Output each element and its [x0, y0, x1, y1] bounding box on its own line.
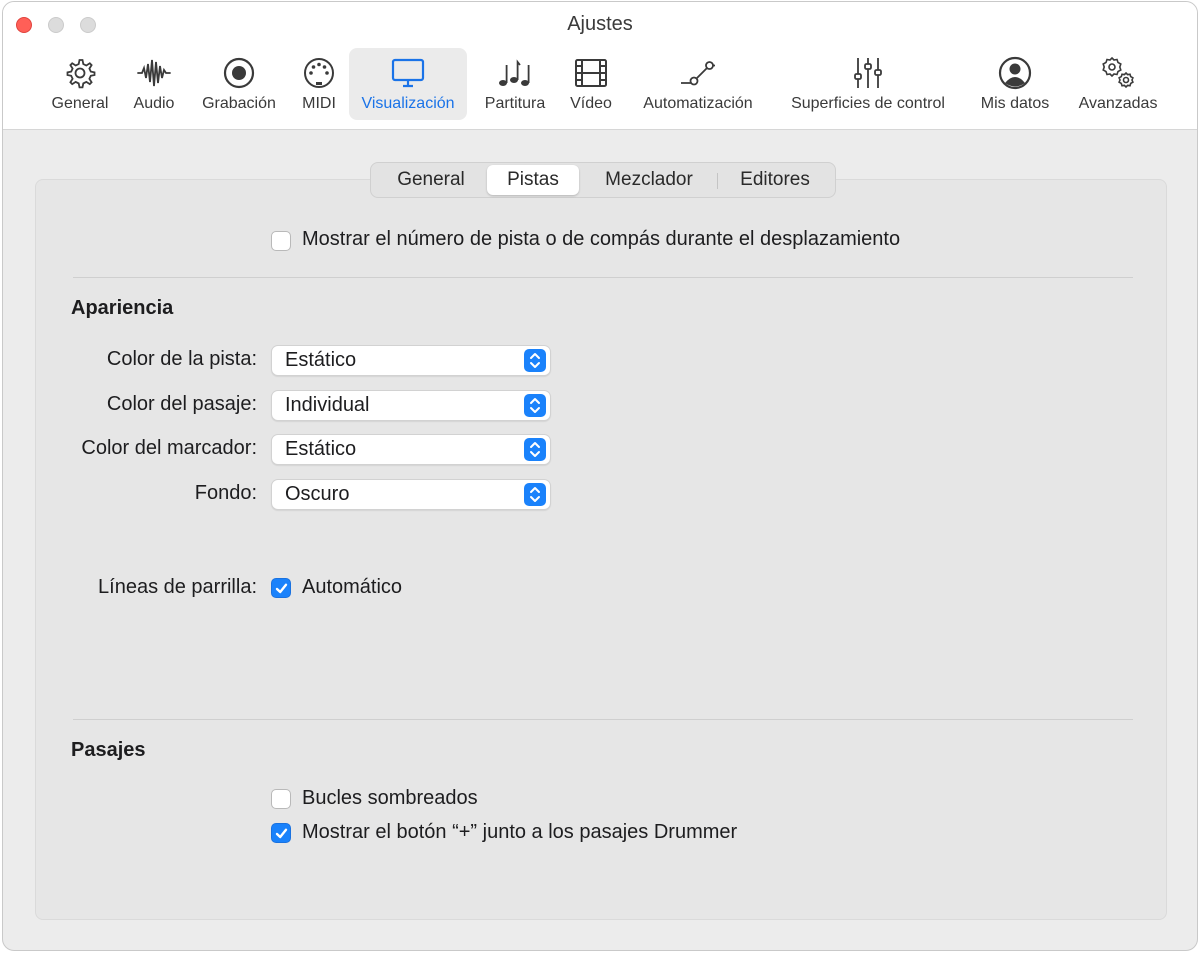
person-circle-icon [998, 56, 1032, 90]
divider [73, 277, 1133, 278]
toolbar-label: Mis datos [980, 95, 1050, 112]
background-label: Fondo: [194, 482, 257, 504]
grid-lines-auto-label: Automático [302, 576, 403, 598]
settings-window: Ajustes General Audio Grabación MIDI Vis… [2, 1, 1198, 951]
toolbar-visualizacion[interactable]: Visualización [349, 48, 467, 120]
toolbar-label: Visualización [361, 95, 455, 112]
checkmark-icon [275, 583, 288, 594]
grid-lines-label: Líneas de parrilla: [98, 576, 257, 598]
tab-general[interactable]: General [375, 165, 487, 195]
toolbar-label: Avanzadas [1078, 95, 1158, 112]
drummer-plus-checkbox[interactable] [271, 823, 291, 843]
toolbar-label: Partitura [484, 95, 546, 112]
regions-heading: Pasajes [71, 739, 146, 761]
gear-icon [66, 59, 96, 89]
toolbar-label: Audio [133, 95, 175, 112]
track-color-value: Estático [285, 349, 357, 371]
display-icon [391, 58, 425, 88]
faders-icon [854, 58, 882, 88]
music-notes-icon [499, 59, 530, 86]
region-color-value: Individual [285, 394, 370, 416]
appearance-heading: Apariencia [71, 297, 174, 319]
tab-mezclador[interactable]: Mezclador [583, 165, 715, 195]
toolbar-automatizacion[interactable]: Automatización [633, 48, 763, 120]
background-select[interactable]: Oscuro [271, 479, 551, 510]
toolbar-label: Automatización [643, 95, 753, 112]
toolbar-superficies[interactable]: Superficies de control [775, 48, 961, 120]
track-color-label: Color de la pista: [106, 348, 257, 370]
drummer-plus-label: Mostrar el botón “+” junto a los pasajes… [302, 821, 738, 843]
toolbar-mis-datos[interactable]: Mis datos [969, 48, 1061, 120]
toolbar-audio[interactable]: Audio [123, 48, 185, 120]
region-color-label: Color del pasaje: [106, 393, 257, 415]
record-icon [223, 57, 255, 89]
chevron-up-down-icon [524, 349, 546, 372]
toolbar-avanzadas[interactable]: Avanzadas [1069, 48, 1167, 120]
toolbar-video[interactable]: Vídeo [561, 48, 621, 120]
toolbar-midi[interactable]: MIDI [291, 48, 347, 120]
gears-icon [1102, 56, 1134, 89]
toolbar-label: General [51, 95, 109, 112]
toolbar-label: Grabación [202, 95, 276, 112]
marker-color-select[interactable]: Estático [271, 434, 551, 465]
divider [73, 719, 1133, 720]
background-value: Oscuro [285, 483, 350, 505]
region-color-select[interactable]: Individual [271, 390, 551, 421]
checkmark-icon [275, 828, 288, 839]
show-track-number-label: Mostrar el número de pista o de compás d… [302, 228, 901, 250]
toolbar-general[interactable]: General [41, 48, 119, 120]
tab-separator [717, 173, 718, 189]
shaded-loops-label: Bucles sombreados [302, 787, 478, 809]
chevron-up-down-icon [524, 438, 546, 461]
grid-lines-auto-checkbox[interactable] [271, 578, 291, 598]
chevron-up-down-icon [524, 483, 546, 506]
tab-bar: General Pistas Mezclador Editores [370, 162, 836, 198]
film-icon [575, 59, 607, 87]
toolbar-partitura[interactable]: Partitura [475, 48, 555, 120]
toolbar-label: Vídeo [570, 95, 612, 112]
titlebar: Ajustes General Audio Grabación MIDI Vis… [3, 2, 1197, 130]
show-track-number-checkbox[interactable] [271, 231, 291, 251]
marker-color-label: Color del marcador: [81, 437, 257, 459]
toolbar-grabacion[interactable]: Grabación [191, 48, 287, 120]
tab-editores[interactable]: Editores [721, 165, 829, 195]
midi-port-icon [304, 58, 334, 88]
track-color-select[interactable]: Estático [271, 345, 551, 376]
automation-curve-icon [681, 61, 715, 86]
marker-color-value: Estático [285, 438, 357, 460]
settings-panel [35, 179, 1167, 920]
tab-pistas[interactable]: Pistas [487, 165, 579, 195]
toolbar-label: Superficies de control [791, 95, 945, 112]
window-title: Ajustes [567, 13, 633, 35]
toolbar-label: MIDI [302, 95, 336, 112]
waveform-icon [137, 59, 171, 87]
shaded-loops-checkbox[interactable] [271, 789, 291, 809]
chevron-up-down-icon [524, 394, 546, 417]
